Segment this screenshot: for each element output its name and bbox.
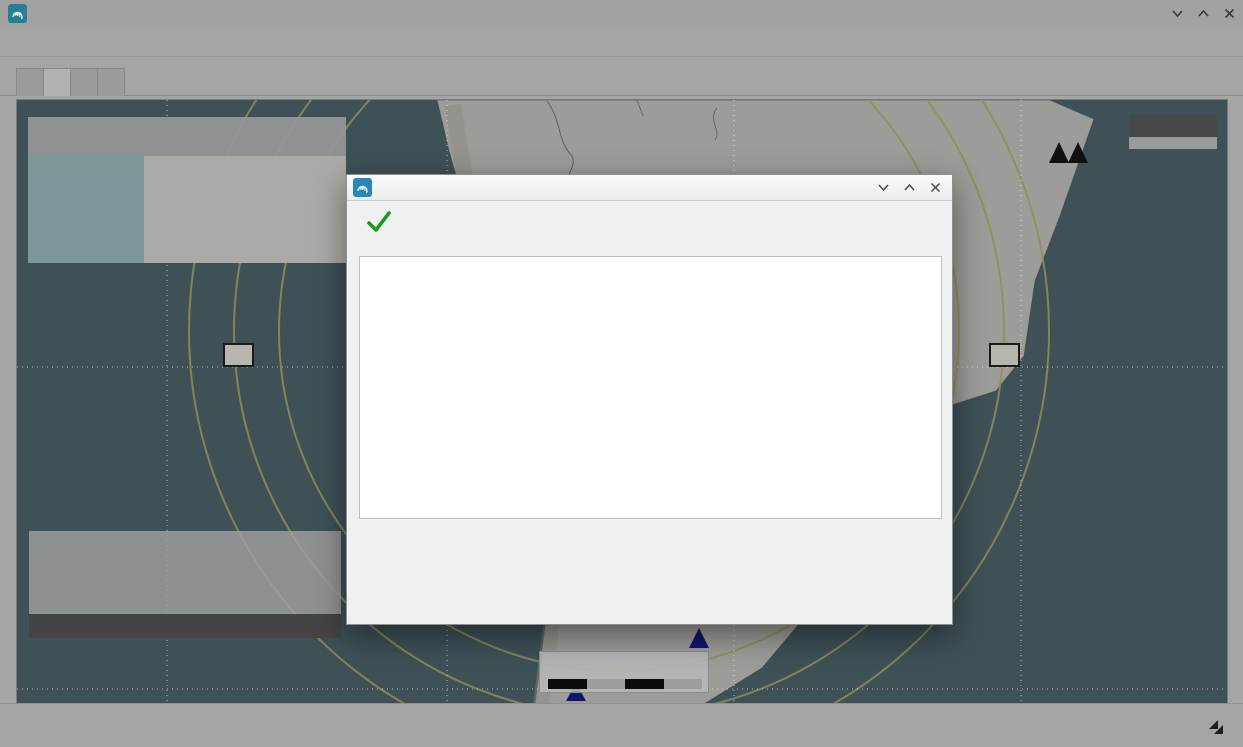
menu-file[interactable] <box>4 38 26 46</box>
tab-ground-motion[interactable] <box>44 68 71 96</box>
close-icon[interactable] <box>1221 5 1237 21</box>
menu-help[interactable] <box>70 38 92 46</box>
tab-quality-control[interactable] <box>71 68 98 96</box>
tab-events[interactable] <box>98 68 125 96</box>
dialog-title-bar[interactable] <box>347 175 952 201</box>
map-scale-bar <box>539 651 709 693</box>
tab-bar <box>0 57 1243 99</box>
event-symbols-footer <box>29 614 341 638</box>
dialog-maximize-icon[interactable] <box>901 179 918 196</box>
tab-network[interactable] <box>16 68 44 96</box>
plot1-y-axis-label <box>372 271 386 363</box>
dialog-title <box>347 175 952 201</box>
waveform-plots <box>360 257 941 518</box>
depth-legend-items <box>29 539 341 550</box>
dialog-close-icon[interactable] <box>927 179 944 196</box>
check-icon <box>366 209 392 235</box>
dialog-minimize-icon[interactable] <box>875 179 892 196</box>
magnitude-value <box>28 156 144 263</box>
menu-view[interactable] <box>26 38 48 46</box>
menu-bar <box>0 27 1243 57</box>
plot2-y-axis-label <box>372 374 386 466</box>
magnitude-scale <box>29 558 341 612</box>
latest-event-panel <box>28 117 346 263</box>
maximize-icon[interactable] <box>1195 5 1211 21</box>
minimize-icon[interactable] <box>1169 5 1185 21</box>
contour-label-badge <box>223 343 254 367</box>
tab-baseline <box>0 95 1243 96</box>
pgv-legend-title <box>1129 115 1217 137</box>
pgv-legend-items <box>1129 137 1217 149</box>
station-information-dialog <box>346 174 953 625</box>
depth-legend-title <box>29 531 341 539</box>
latest-event-title <box>28 117 346 156</box>
window-title <box>0 0 1243 27</box>
pgv-legend <box>1129 115 1217 149</box>
status-bar <box>0 703 1243 747</box>
waveform-panel <box>359 256 942 519</box>
title-bar <box>0 0 1243 27</box>
application-window <box>0 0 1243 747</box>
menu-settings[interactable] <box>48 38 70 46</box>
resize-grip-icon[interactable] <box>1205 714 1229 738</box>
magnitudes-title <box>29 550 341 558</box>
event-symbols-legend <box>29 531 341 638</box>
contour-label-badge <box>989 343 1020 367</box>
scale-bar-segments <box>548 679 702 689</box>
